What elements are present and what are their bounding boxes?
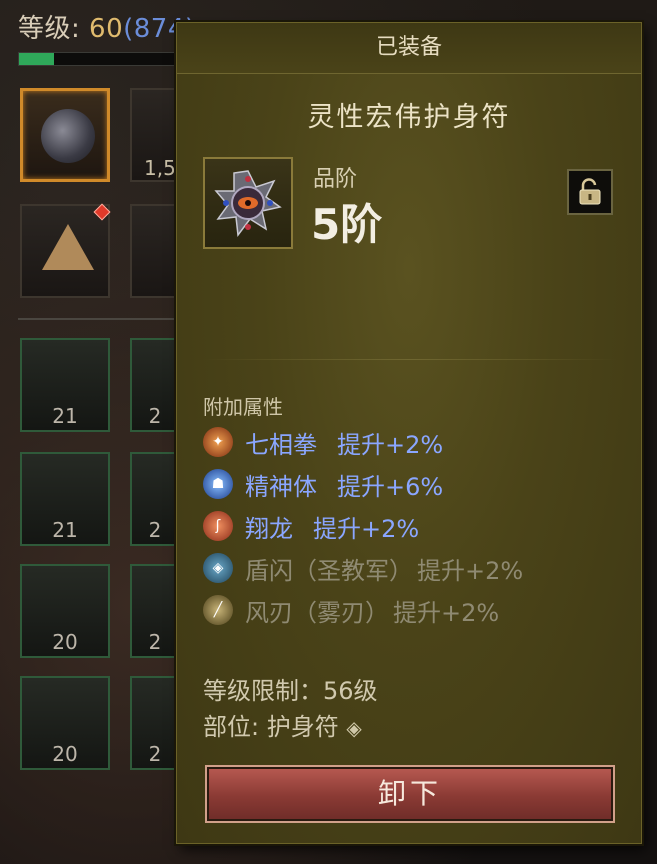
partial-count: 2 xyxy=(148,630,162,654)
level-requirement: 等级限制：56级 xyxy=(203,677,378,705)
partial-count: 1,5 xyxy=(144,156,176,180)
item-slot[interactable] xyxy=(130,204,180,298)
attribute-bonus: 提升+2% xyxy=(313,514,420,543)
attribute-row: ✦ 七相拳 提升+2% xyxy=(203,425,443,459)
lock-button[interactable] xyxy=(567,169,613,215)
bracer-slot[interactable]: 20 xyxy=(20,564,110,658)
slot-count: 21 xyxy=(52,404,78,428)
ring-slot[interactable]: 20 xyxy=(20,676,110,770)
item-slot[interactable]: 2 xyxy=(130,676,180,770)
triangle-rune-icon xyxy=(42,224,94,270)
attribute-row: ʃ 翔龙 提升+2% xyxy=(203,509,419,543)
slot-type-label: 部位: 护身符 xyxy=(203,713,339,741)
glove-slot[interactable]: 21 xyxy=(20,452,110,546)
player-level: 等级: 60(874) xyxy=(18,8,196,45)
attribute-row: ╱ 风刃（雾刃） 提升+2% xyxy=(203,593,499,627)
slot-type: 部位: 护身符 ◈ xyxy=(203,707,362,742)
inventory-divider xyxy=(18,318,188,320)
amulet-icon xyxy=(41,109,95,163)
dragon-icon: ʃ xyxy=(203,511,233,541)
slot-count: 20 xyxy=(52,742,78,766)
blade-icon: ╱ xyxy=(203,595,233,625)
item-icon-frame xyxy=(203,157,293,249)
attribute-row: ☗ 精神体 提升+6% xyxy=(203,467,443,501)
slot-count: 21 xyxy=(52,518,78,542)
attribute-name: 七相拳 xyxy=(245,430,317,459)
attribute-name: 风刃（雾刃） xyxy=(245,598,389,627)
amulet-slot-icon: ◈ xyxy=(346,716,362,740)
attribute-bonus: 提升+2% xyxy=(337,430,444,459)
attribute-name: 精神体 xyxy=(245,472,317,501)
item-slot[interactable]: 2 xyxy=(130,564,180,658)
section-divider xyxy=(203,359,617,360)
attribute-row: ◈ 盾闪（圣教军） 提升+2% xyxy=(203,551,523,585)
sigil-slot[interactable] xyxy=(20,204,110,298)
partial-count: 2 xyxy=(148,742,162,766)
xp-bar xyxy=(18,52,180,66)
item-slot[interactable]: 2 xyxy=(130,338,180,432)
grade-value: 5阶 xyxy=(311,200,383,249)
attribute-bonus: 提升+2% xyxy=(417,556,524,585)
partial-count: 2 xyxy=(148,404,162,428)
ring-slot[interactable]: 21 xyxy=(20,338,110,432)
slot-count: 20 xyxy=(52,630,78,654)
unlocked-padlock-icon xyxy=(579,178,601,205)
level-label: 等级: xyxy=(18,14,81,44)
shield-icon: ◈ xyxy=(203,553,233,583)
spirit-icon: ☗ xyxy=(203,469,233,499)
attribute-name: 盾闪（圣教军） xyxy=(245,556,413,585)
attribute-bonus: 提升+2% xyxy=(393,598,500,627)
item-name: 灵性宏伟护身符 xyxy=(307,102,511,133)
level-value: 60 xyxy=(89,14,124,44)
amulet-slot[interactable] xyxy=(20,88,110,182)
equipped-header: 已装备 xyxy=(177,23,641,74)
amulet-icon xyxy=(214,170,282,237)
xp-bar-fill xyxy=(19,53,55,65)
unequip-button[interactable]: 卸下 xyxy=(205,765,615,823)
attributes-title: 附加属性 xyxy=(203,395,283,419)
grade-label: 品阶 xyxy=(313,167,358,192)
attribute-name: 翔龙 xyxy=(245,514,293,543)
partial-count: 2 xyxy=(148,518,162,542)
item-tooltip-panel: 已装备 灵性宏伟护身符 品阶 5阶 附加属性 ✦ 七相拳 提升+2% ☗ 精神体… xyxy=(176,22,642,844)
attribute-bonus: 提升+6% xyxy=(337,472,444,501)
fist-icon: ✦ xyxy=(203,427,233,457)
item-slot[interactable]: 2 xyxy=(130,452,180,546)
